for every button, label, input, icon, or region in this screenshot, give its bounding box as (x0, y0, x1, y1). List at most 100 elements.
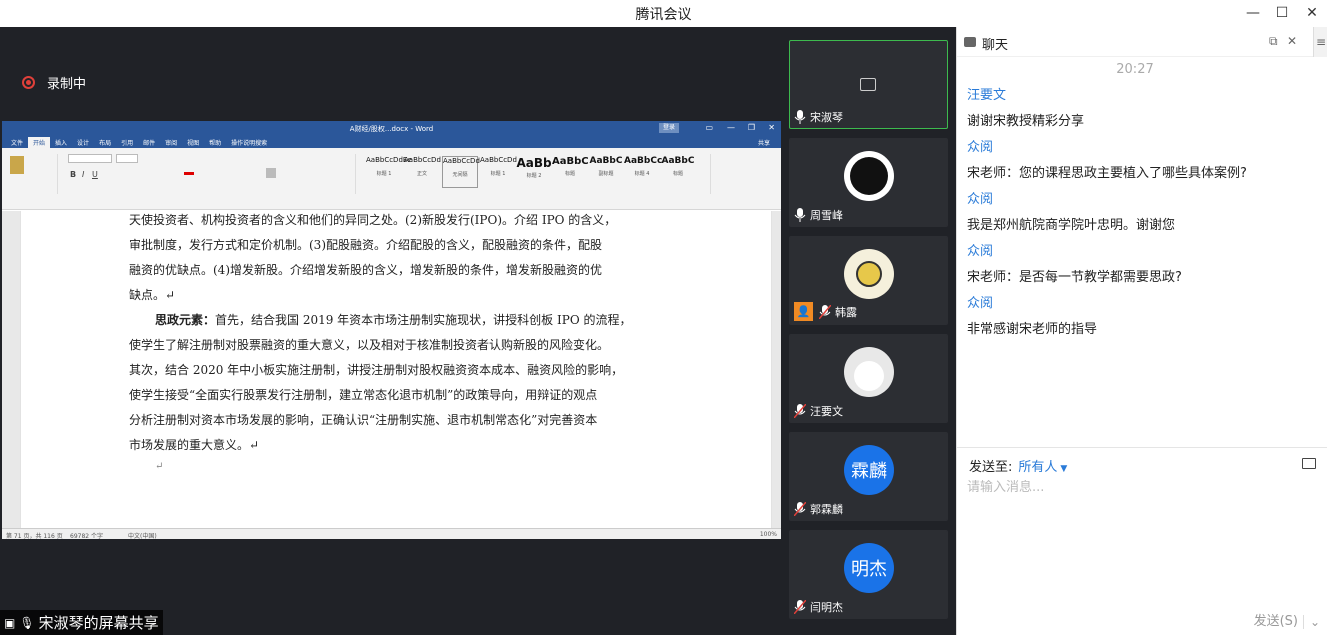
participant-name-row: 汪要文 (794, 403, 843, 419)
font-name-box (68, 154, 112, 163)
status-zoom: 100% (759, 531, 777, 538)
participant-name: 韩露 (835, 305, 857, 319)
chat-sender[interactable]: 众阅 (967, 292, 993, 311)
chat-title: 聊天 (982, 38, 1009, 53)
doc-line: 缺点。↵ (129, 288, 176, 302)
word-tab: 设计 (77, 140, 90, 147)
word-tab: 开始 (28, 137, 51, 148)
style-item: AaBbCcDdEe 标题 1 (366, 156, 412, 177)
chat-timestamp: 20:27 (1116, 62, 1154, 77)
mic-off-icon (794, 600, 806, 614)
participant-name: 汪要文 (810, 405, 843, 418)
word-status-bar: 第 71 页，共 116 页 69782 个字 中文(中国) 100% (2, 528, 781, 539)
participant-tile[interactable]: 霖麟 郭霖麟 (789, 432, 948, 521)
mic-icon: 🎙 (19, 615, 35, 630)
participant-name-row: 👤 韩露 (794, 302, 857, 321)
chat-sender[interactable]: 众阅 (967, 188, 993, 207)
popout-icon[interactable]: ⧉ (1269, 34, 1278, 49)
chat-sender[interactable]: 众阅 (967, 136, 993, 155)
chat-message: 我是郑州航院商学院叶忠明。谢谢您 (967, 218, 1176, 233)
chat-input[interactable] (967, 480, 1307, 495)
menu-icon[interactable]: ≡ (1313, 27, 1327, 57)
word-tab: 视图 (187, 140, 200, 147)
word-tab: 邮件 (143, 140, 156, 147)
word-tab: 布局 (99, 140, 112, 147)
word-tab: 引用 (121, 140, 134, 147)
doc-line: 其次，结合 2020 年中小板实施注册制，讲授注册制对股权融资资本成本、融资风险… (129, 363, 624, 377)
chat-message: 宋老师：是否每一节教学都需要思政? (967, 270, 1182, 285)
camera-off-icon (860, 78, 876, 91)
word-login-button: 登录 (659, 123, 679, 133)
doc-line: 天使投资者、机构投资者的含义和他们的异同之处。(2)新股发行(IPO)。介绍 I… (129, 213, 617, 227)
window-title: 腾讯会议 (635, 7, 692, 23)
participant-panel: 宋淑琴 周雪峰 👤 韩露 汪要文 霖麟 郭霖麟 明杰 闫明杰 (781, 27, 956, 635)
record-icon (22, 76, 35, 89)
participant-tile[interactable]: 周雪峰 (789, 138, 948, 227)
send-options-icon[interactable]: ⌄ (1302, 615, 1320, 629)
participant-tile[interactable]: 汪要文 (789, 334, 948, 423)
participant-name: 闫明杰 (810, 601, 843, 614)
mic-off-icon (819, 304, 831, 319)
participant-name-row: 周雪峰 (794, 207, 843, 223)
style-item: AaBbC 标题 (552, 156, 589, 177)
participant-name: 宋淑琴 (810, 111, 843, 124)
chat-compose: 发送至: 所有人▼ 发送(S) ⌄ (957, 447, 1327, 635)
title-bar: 腾讯会议 — ☐ ✕ (0, 0, 1327, 27)
send-button[interactable]: 发送(S) (1254, 610, 1298, 629)
chat-icon (964, 37, 976, 47)
screen-share-icon: ▣ (4, 615, 16, 630)
bold-icon: B (70, 170, 77, 179)
doc-line: 融资的优缺点。(4)增发新股。介绍增发新股的含义，增发新股的条件，增发新股融资的… (129, 263, 603, 277)
close-chat-icon[interactable]: ✕ (1287, 34, 1297, 48)
mic-off-icon (794, 502, 806, 516)
styles-group: AaBbCcDdEe 标题 1 AaBbCcDd 正文 AaBbCcDd 无间隔 Aa… (364, 148, 704, 208)
screen-share-stage: 录制中 A财经/股权...docx - Word 登录 ▭ — ❐ ✕ 文件 开… (0, 27, 781, 635)
word-share: 共享 (757, 140, 770, 147)
status-lang: 中文(中国) (128, 533, 157, 539)
recording-indicator[interactable]: 录制中 (22, 73, 86, 92)
word-close-icon: ✕ (768, 123, 775, 132)
participant-tile[interactable]: 明杰 闫明杰 (789, 530, 948, 619)
doc-empty-line: ↵ (155, 461, 164, 472)
shared-screen: A财经/股权...docx - Word 登录 ▭ — ❐ ✕ 文件 开始 插入… (2, 121, 781, 539)
font-size-box (116, 154, 138, 163)
chat-sender[interactable]: 众阅 (967, 240, 993, 259)
word-ribbon: B I U AaBbCcDdEe 标题 1 AaBbCcDd 正文 AaBbCcDd… (2, 148, 781, 210)
chat-message: 非常感谢宋老师的指导 (967, 322, 1098, 337)
editing-group (710, 154, 770, 194)
chevron-down-icon[interactable]: ▼ (1060, 464, 1067, 474)
chat-sender[interactable]: 汪要文 (967, 84, 1006, 103)
style-item: AaBbCcDd 标题 1 (480, 156, 517, 177)
word-tab: 插入 (55, 140, 68, 147)
avatar (844, 249, 894, 299)
participant-name-row: 宋淑琴 (794, 109, 843, 125)
style-item: AaBbC 副标题 (589, 156, 623, 177)
word-restore-icon: ❐ (747, 123, 755, 132)
font-paragraph-group: B I U (66, 154, 356, 194)
style-item: AaBbCc 标题 4 (624, 156, 663, 177)
default-user-icon (854, 361, 884, 391)
style-item: AaBbCcDd 正文 (404, 156, 441, 177)
maximize-button[interactable]: ☐ (1271, 3, 1293, 23)
italic-icon: I (82, 170, 85, 179)
send-to-dropdown[interactable]: 所有人 (1018, 460, 1057, 475)
avatar: 明杰 (844, 543, 894, 593)
cartoon-avatar-icon (856, 261, 882, 287)
doc-line: 思政元素：首先，结合我国 2019 年资本市场注册制实施现状，讲授科创板 IPO… (155, 311, 631, 328)
host-icon: 👤 (794, 302, 813, 321)
word-tab: 帮助 (209, 140, 222, 147)
ideology-text: 首先，结合我国 2019 年资本市场注册制实施现状，讲授科创板 IPO 的流程， (215, 313, 632, 327)
word-tab: 文件 (11, 140, 24, 147)
participant-tile[interactable]: 👤 韩露 (789, 236, 948, 325)
style-item: AaBb 标题 2 (516, 156, 552, 179)
mic-on-icon (794, 208, 806, 222)
avatar: 霖麟 (844, 445, 894, 495)
word-tabs: 文件 开始 插入 设计 布局 引用 邮件 审阅 视图 帮助 操作说明搜索 共享 (2, 136, 781, 148)
word-title-bar: A财经/股权...docx - Word 登录 ▭ — ❐ ✕ (2, 121, 781, 136)
participant-tile[interactable]: 宋淑琴 (789, 40, 948, 129)
close-button[interactable]: ✕ (1301, 3, 1323, 23)
image-icon[interactable] (1302, 458, 1316, 469)
wolf-avatar-icon (850, 157, 888, 195)
minimize-button[interactable]: — (1242, 3, 1264, 23)
chat-message: 谢谢宋教授精彩分享 (967, 114, 1085, 129)
